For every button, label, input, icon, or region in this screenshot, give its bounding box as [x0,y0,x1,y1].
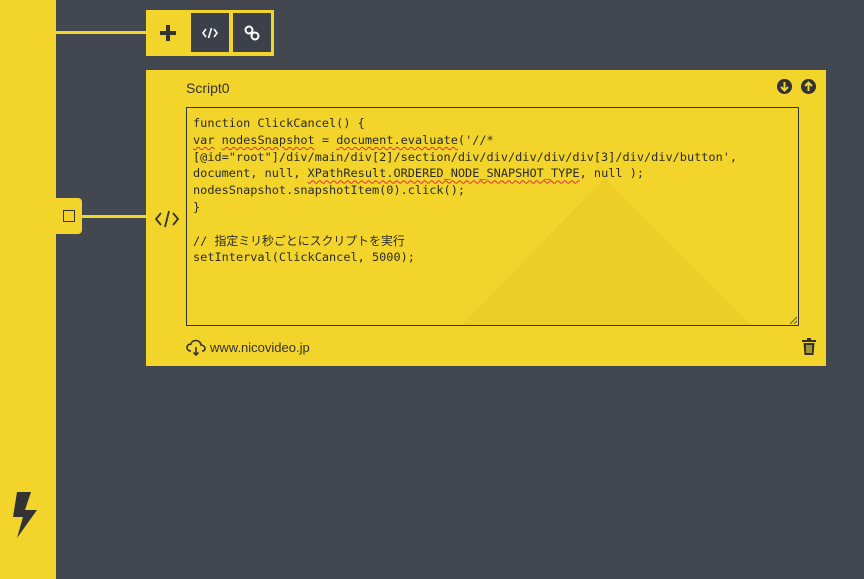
enable-toggle[interactable] [56,198,82,234]
add-link-button[interactable] [232,12,272,53]
lightning-bolt-icon [13,492,37,538]
resize-handle-icon[interactable] [789,316,797,324]
code-token: = [314,132,337,147]
code-token: nodesSnapshot [221,132,315,147]
arrow-up-circle-icon[interactable] [801,79,816,94]
enable-checkbox[interactable] [63,210,75,222]
code-line: setInterval(ClickCancel, 5000); [193,250,415,265]
arrow-down-circle-icon[interactable] [777,79,792,94]
code-line: [@id="root"]/div/main/div[2]/section/div… [193,149,738,164]
code-token: ('//* [457,132,494,147]
code-editor[interactable]: function ClickCancel() { var nodesSnapsh… [186,107,799,326]
code-token: document.evaluate [336,132,458,147]
code-line: nodesSnapshot.snapshotItem(0).click(); [193,183,466,198]
code-icon [154,210,180,228]
code-token: , null ); [579,166,645,181]
cloud-icon [186,339,206,357]
site-domain: www.nicovideo.jp [210,340,310,355]
left-sidebar [0,0,56,579]
add-button[interactable] [148,12,188,53]
toolbar-connector [56,31,148,34]
code-token: XPathResult.ORDERED_NODE_SNAPSHOT_TYPE [307,166,580,181]
code-comment: // 指定ミリ秒ごとにスクリプトを実行 [193,233,405,248]
script-panel: Script0 function ClickCancel() { var nod… [146,70,826,366]
plus-icon [160,24,176,41]
code-line: } [193,199,201,214]
link-icon [244,25,260,40]
toolbar [146,10,274,56]
trash-icon[interactable] [802,338,816,355]
code-token: document, null, [193,166,308,181]
script-title[interactable]: Script0 [186,80,230,96]
code-icon [202,27,218,38]
code-token: var [193,132,215,147]
add-script-button[interactable] [190,12,230,53]
code-line: function ClickCancel() { [193,116,365,130]
code-text[interactable]: function ClickCancel() { var nodesSnapsh… [193,115,737,266]
panel-connector [82,215,150,218]
